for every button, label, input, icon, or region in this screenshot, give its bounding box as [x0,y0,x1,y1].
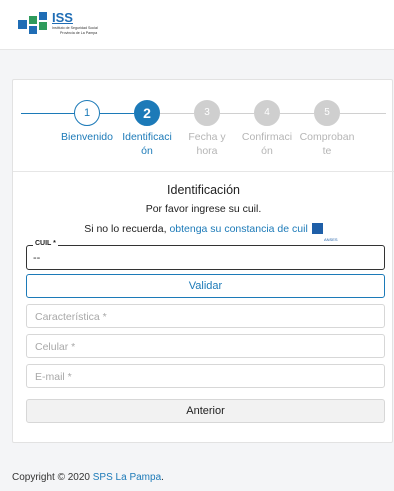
copyright-text: Copyright © 2020 [12,472,90,483]
step-identificacion[interactable]: 2 Identificaci ón [119,100,175,158]
sps-link[interactable]: SPS La Pampa [93,472,161,483]
step-number: 2 [134,100,160,126]
footer-suffix: . [161,472,164,483]
step-comprobante[interactable]: 5 Comproban te [299,100,355,158]
step-label: Fecha y hora [188,131,226,157]
back-button[interactable]: Anterior [26,399,385,423]
celular-field[interactable] [26,334,385,358]
step-number: 4 [254,100,280,126]
validate-button[interactable]: Validar [26,274,385,298]
step-label: Identificaci ón [122,131,172,157]
step-label: Comproban te [299,131,355,157]
step-label: Bienvenido [61,131,113,143]
step-label: Confirmaci ón [241,131,293,157]
hint-text: Si no lo recuerda, [84,223,167,235]
logo-title: ISS [52,10,73,25]
anses-icon[interactable] [311,223,323,234]
form-title: Identificación [167,183,240,197]
email-field[interactable] [26,364,385,388]
step-number: 3 [194,100,220,126]
anses-label: ANSES [324,237,338,242]
logo-subtitle: Instituto de Seguridad Social [52,26,98,30]
form-subtitle: Por favor ingrese su cuil. [145,203,262,215]
cuil-label: CUIL * [33,240,58,247]
top-bar: ISS Instituto de Seguridad Social Provin… [0,0,394,50]
cuil-hint: Si no lo recuerda, obtenga su constancia… [13,223,394,235]
footer: Copyright © 2020 SPS La Pampa. [12,472,164,483]
step-number: 1 [74,100,100,126]
cuil-input[interactable] [33,250,373,266]
step-confirmacion[interactable]: 4 Confirmaci ón [239,100,295,158]
logo-subtitle-2: Provincia de La Pampa [60,31,98,35]
caracteristica-field[interactable] [26,304,385,328]
appointment-card: 1 Bienvenido 2 Identificaci ón 3 Fecha yh… [12,79,394,443]
caracteristica-input[interactable] [35,309,375,324]
iss-logo[interactable]: ISS Instituto de Seguridad Social Provin… [18,10,128,40]
celular-input[interactable] [35,339,375,354]
step-bienvenido[interactable]: 1 Bienvenido [59,100,115,144]
cuil-constancia-link[interactable]: obtenga su constancia de cuil [169,223,307,235]
email-input[interactable] [35,369,375,384]
iss-logo-icon [18,12,47,34]
cuil-field[interactable]: CUIL * [26,240,385,270]
stepper: 1 Bienvenido 2 Identificaci ón 3 Fecha yh… [13,80,394,172]
step-number: 5 [314,100,340,126]
step-fecha-hora[interactable]: 3 Fecha y hora [179,100,235,158]
